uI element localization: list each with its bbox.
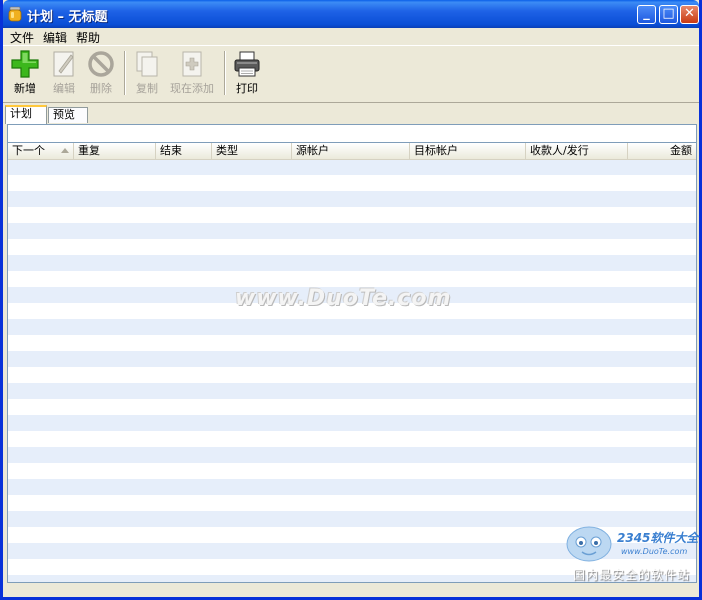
menu-edit[interactable]: 编辑 [43, 29, 67, 46]
column-header-label: 类型 [216, 144, 238, 157]
copy-icon [136, 51, 158, 77]
main-window: 计划 – 无标题 _ □ ✕ 文件 编辑 帮助 新增 编辑 删除 复制 现在添加… [0, 0, 702, 600]
tab-schedule-label: 计划 [10, 107, 32, 120]
column-header-target-account[interactable]: 目标帐户 [410, 143, 526, 159]
status-bar [3, 584, 699, 597]
title-bar[interactable]: 计划 – 无标题 _ □ ✕ [3, 0, 699, 28]
menu-bar: 文件 编辑 帮助 [3, 28, 699, 45]
column-header-amount[interactable]: 金额 [628, 143, 696, 159]
column-header-label: 结束 [160, 144, 182, 157]
print-button[interactable]: 打印 [230, 49, 264, 99]
toolbar: 新增 编辑 删除 复制 现在添加 打印 [3, 45, 699, 103]
column-header-label: 下一个 [12, 144, 45, 157]
column-header-label: 收款人/发行 [530, 144, 589, 157]
print-label: 打印 [236, 82, 258, 95]
column-header-end[interactable]: 结束 [156, 143, 212, 159]
window-title: 计划 – 无标题 [27, 10, 108, 25]
minimize-button[interactable]: _ [637, 5, 656, 24]
mascot-icon [566, 526, 612, 562]
column-header-label: 源帐户 [296, 144, 329, 157]
column-header-repeat[interactable]: 重复 [74, 143, 156, 159]
close-button[interactable]: ✕ [680, 5, 699, 24]
watermark-text: www.DuoTe.com [235, 286, 452, 311]
minimize-icon: _ [643, 6, 650, 21]
delete-icon [88, 51, 114, 77]
print-icon [234, 51, 260, 77]
app-jar-icon [8, 6, 22, 22]
edit-label: 编辑 [53, 82, 75, 95]
edit-icon [53, 51, 74, 77]
menu-file[interactable]: 文件 [10, 29, 34, 46]
delete-label: 删除 [90, 82, 112, 95]
add-now-icon [182, 51, 202, 77]
delete-button[interactable]: 删除 [84, 49, 118, 99]
watermark-brand: 2345软件大全 [617, 531, 699, 545]
add-icon [11, 50, 39, 78]
tab-preview[interactable]: 预览 [48, 107, 88, 123]
copy-label: 复制 [136, 82, 158, 95]
tab-strip: 计划 预览 [3, 102, 699, 124]
grid-header: 下一个 重复 结束 类型 源帐户 目标帐户 收款人/发行 金额 [8, 143, 696, 160]
column-header-payee[interactable]: 收款人/发行 [526, 143, 628, 159]
menu-help[interactable]: 帮助 [76, 29, 100, 46]
toolbar-separator [224, 51, 226, 95]
maximize-button[interactable]: □ [659, 5, 678, 24]
schedule-grid[interactable]: 下一个 重复 结束 类型 源帐户 目标帐户 收款人/发行 金额 [7, 143, 697, 583]
add-now-label: 现在添加 [170, 82, 214, 95]
add-now-button[interactable]: 现在添加 [168, 49, 216, 99]
close-icon: ✕ [684, 6, 695, 21]
column-header-label: 重复 [78, 144, 100, 157]
toolbar-separator [124, 51, 126, 95]
add-button[interactable]: 新增 [8, 49, 42, 99]
sort-ascending-icon [61, 148, 69, 153]
column-header-label: 金额 [670, 144, 692, 157]
watermark-slogan: 国内最安全的软件站 [573, 568, 691, 582]
edit-button[interactable]: 编辑 [47, 49, 81, 99]
column-header-label: 目标帐户 [414, 144, 458, 157]
column-header-next[interactable]: 下一个 [8, 143, 74, 159]
tab-schedule[interactable]: 计划 [5, 105, 47, 124]
column-header-source-account[interactable]: 源帐户 [292, 143, 410, 159]
filter-bar [7, 124, 697, 143]
tab-preview-label: 预览 [53, 108, 75, 121]
add-label: 新增 [14, 82, 36, 95]
watermark-logo: 2345软件大全 www.DuoTe.com 国内最安全的软件站 [563, 522, 702, 582]
maximize-icon: □ [662, 6, 675, 21]
column-header-type[interactable]: 类型 [212, 143, 292, 159]
watermark-url: www.DuoTe.com [621, 547, 688, 556]
copy-button[interactable]: 复制 [130, 49, 164, 99]
